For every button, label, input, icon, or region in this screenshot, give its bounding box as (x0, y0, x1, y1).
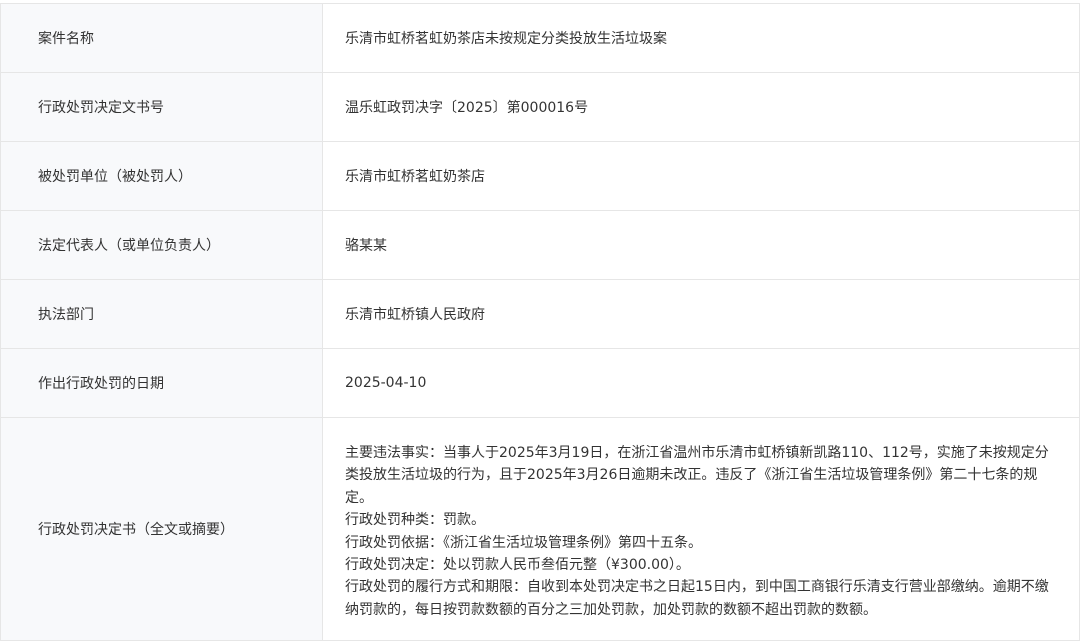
decision-text: 主要违法事实：当事人于2025年3月19日，在浙江省温州市乐清市虹桥镇新凯路11… (345, 442, 1055, 621)
decision-fulfillment-method: 行政处罚的履行方式和期限：自收到本处罚决定书之日起15日内，到中国工商银行乐清支… (345, 579, 1049, 618)
table-row-penalty-date: 作出行政处罚的日期 2025-04-10 (0, 349, 1080, 418)
penalty-info-table: 案件名称 乐清市虹桥茗虹奶茶店未按规定分类投放生活垃圾案 行政处罚决定文书号 温… (0, 3, 1080, 641)
case-name-value: 乐清市虹桥茗虹奶茶店未按规定分类投放生活垃圾案 (323, 4, 1080, 72)
decision-label: 行政处罚决定书（全文或摘要） (0, 418, 323, 640)
table-row-document-number: 行政处罚决定文书号 温乐虹政罚决字〔2025〕第000016号 (0, 73, 1080, 142)
penalty-date-value: 2025-04-10 (323, 349, 1080, 417)
enforcement-department-label: 执法部门 (0, 280, 323, 348)
penalized-party-label: 被处罚单位（被处罚人） (0, 142, 323, 210)
table-row-penalized-party: 被处罚单位（被处罚人） 乐清市虹桥茗虹奶茶店 (0, 142, 1080, 211)
decision-value: 主要违法事实：当事人于2025年3月19日，在浙江省温州市乐清市虹桥镇新凯路11… (323, 418, 1080, 640)
document-number-label: 行政处罚决定文书号 (0, 73, 323, 141)
table-row-legal-representative: 法定代表人（或单位负责人） 骆某某 (0, 211, 1080, 280)
decision-penalty-basis: 行政处罚依据：《浙江省生活垃圾管理条例》第四十五条。 (345, 534, 702, 551)
table-row-enforcement-department: 执法部门 乐清市虹桥镇人民政府 (0, 280, 1080, 349)
enforcement-department-value: 乐清市虹桥镇人民政府 (323, 280, 1080, 348)
legal-representative-label: 法定代表人（或单位负责人） (0, 211, 323, 279)
penalized-party-value: 乐清市虹桥茗虹奶茶店 (323, 142, 1080, 210)
table-row-decision: 行政处罚决定书（全文或摘要） 主要违法事实：当事人于2025年3月19日，在浙江… (0, 418, 1080, 641)
penalty-date-label: 作出行政处罚的日期 (0, 349, 323, 417)
decision-facts: 主要违法事实：当事人于2025年3月19日，在浙江省温州市乐清市虹桥镇新凯路11… (345, 445, 1049, 506)
table-row-case-name: 案件名称 乐清市虹桥茗虹奶茶店未按规定分类投放生活垃圾案 (0, 4, 1080, 73)
decision-penalty-decision: 行政处罚决定：处以罚款人民币叁佰元整（¥300.00）。 (345, 557, 690, 574)
case-name-label: 案件名称 (0, 4, 323, 72)
document-number-value: 温乐虹政罚决字〔2025〕第000016号 (323, 73, 1080, 141)
legal-representative-value: 骆某某 (323, 211, 1080, 279)
decision-penalty-type: 行政处罚种类：罚款。 (345, 512, 485, 529)
